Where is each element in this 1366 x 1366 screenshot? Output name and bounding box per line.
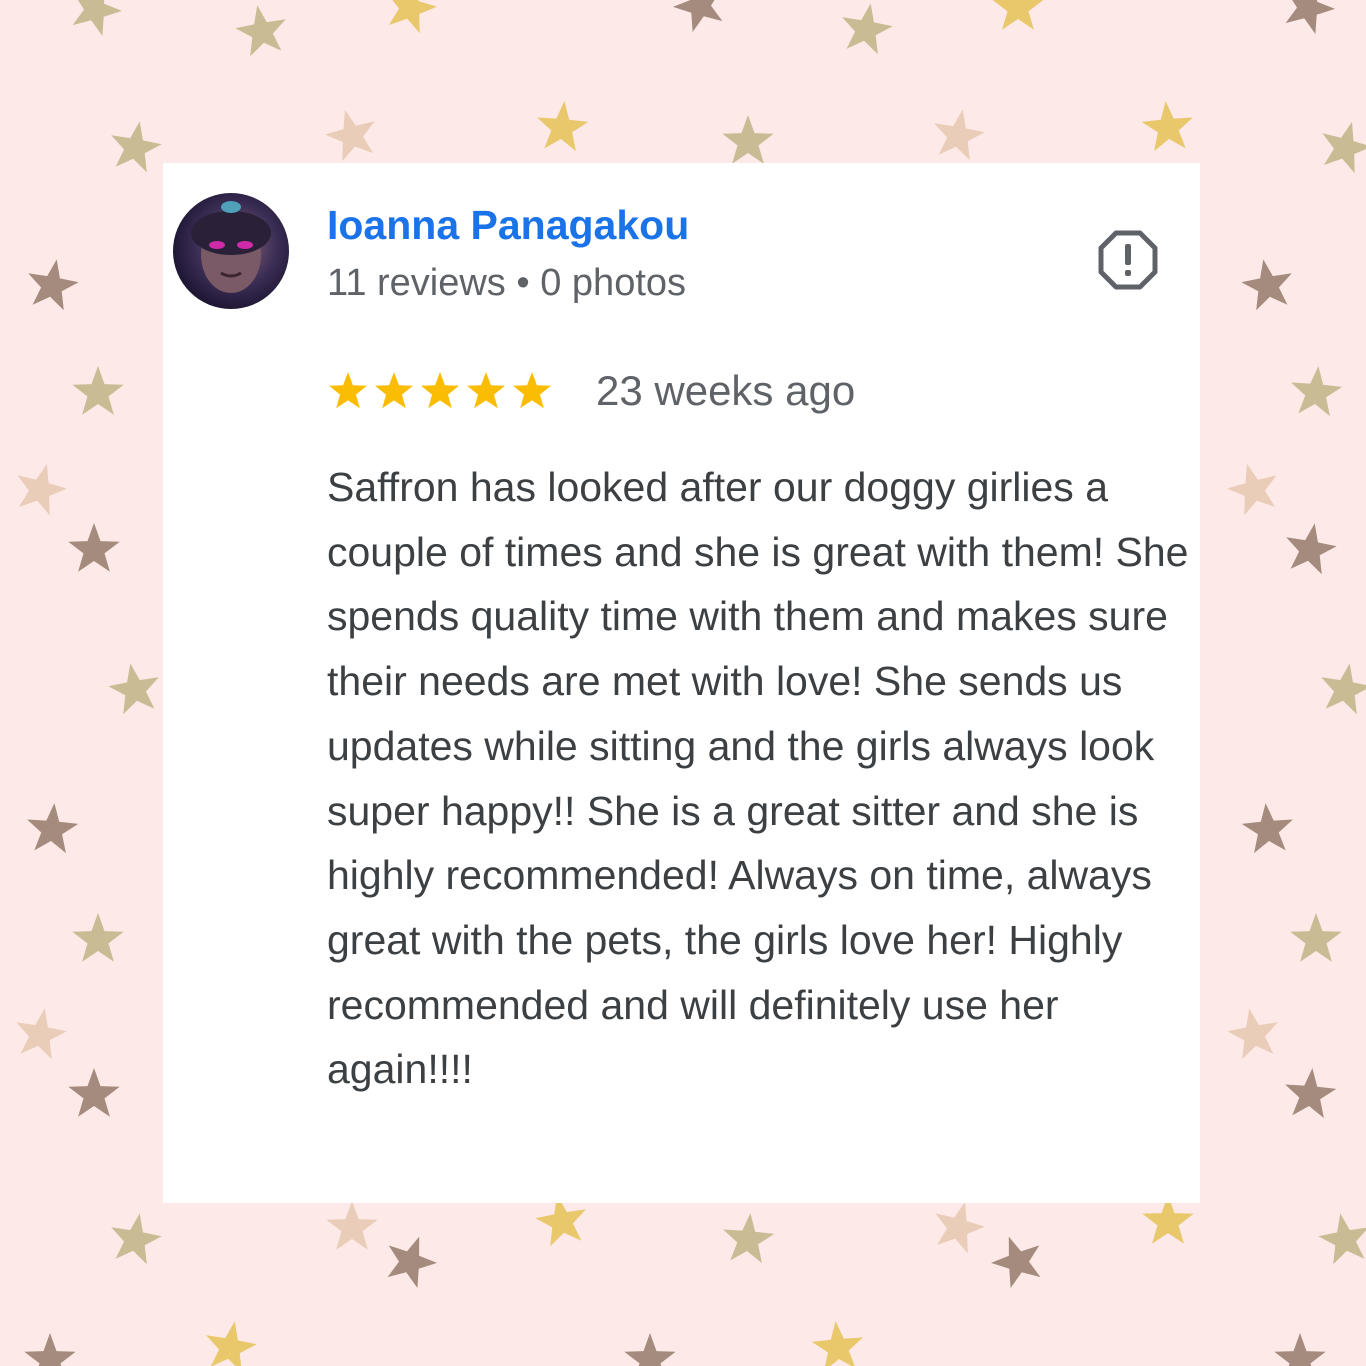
avatar-photo	[191, 201, 271, 293]
background-star-icon	[68, 1068, 120, 1117]
background-star-icon	[235, 5, 286, 57]
background-star-icon	[1285, 1068, 1337, 1119]
background-star-icon	[72, 913, 124, 962]
background-star-icon	[723, 1213, 775, 1264]
background-star-icon	[1141, 101, 1193, 152]
background-star-icon	[72, 0, 122, 36]
review-date: 23 weeks ago	[596, 367, 856, 414]
review-card: Ioanna Panagakou 11 reviews • 0 photos 2…	[163, 163, 1200, 1203]
star-rating	[327, 370, 553, 412]
background-star-icon	[68, 523, 120, 572]
background-star-icon	[624, 1333, 676, 1366]
background-star-icon	[811, 1321, 863, 1366]
background-star-icon	[673, 0, 723, 32]
rating-row: 23 weeks ago	[327, 363, 855, 419]
report-icon	[1098, 230, 1158, 290]
reviewer-name[interactable]: Ioanna Panagakou	[327, 201, 689, 249]
rating-star-icon	[375, 372, 413, 409]
rating-star-icon	[467, 372, 505, 409]
background-star-icon	[17, 463, 67, 516]
background-star-icon	[1274, 1333, 1326, 1366]
background-star-icon	[389, 0, 437, 34]
background-star-icon	[992, 0, 1044, 30]
background-star-icon	[72, 366, 124, 415]
background-star-icon	[206, 1321, 257, 1366]
reviewer-stats: 11 reviews • 0 photos	[327, 262, 687, 304]
rating-star-icon	[421, 372, 459, 409]
background-star-icon	[1318, 1213, 1366, 1265]
background-star-icon	[27, 803, 79, 854]
rating-star-icon	[329, 372, 367, 409]
background-star-icon	[722, 115, 774, 164]
review-text: Saffron has looked after our doggy girli…	[327, 464, 1189, 1093]
background-star-icon	[1291, 366, 1343, 417]
background-star-icon	[111, 121, 162, 173]
background-star-icon	[1322, 121, 1366, 174]
background-star-icon	[1321, 663, 1366, 715]
background-star-icon	[387, 1236, 437, 1288]
report-review-button[interactable]	[1097, 229, 1159, 291]
rating-star-icon	[513, 372, 551, 409]
reviewer-avatar[interactable]	[173, 193, 289, 309]
background-star-icon	[1241, 259, 1292, 311]
background-star-icon	[326, 1201, 378, 1250]
background-star-icon	[1227, 1008, 1278, 1060]
background-star-icon	[28, 259, 79, 311]
background-star-icon	[935, 1201, 985, 1254]
background-star-icon	[991, 1236, 1041, 1288]
background-star-icon	[325, 109, 375, 162]
background-star-icon	[535, 1195, 586, 1247]
background-star-icon	[108, 663, 159, 715]
background-star-icon	[537, 101, 589, 152]
background-star-icon	[1241, 803, 1293, 854]
background-star-icon	[24, 1333, 76, 1366]
background-star-icon	[934, 109, 985, 161]
background-star-icon	[1227, 463, 1277, 516]
background-star-icon	[1290, 913, 1342, 962]
background-star-icon	[16, 1008, 67, 1060]
background-star-icon	[1285, 0, 1335, 34]
background-star-icon	[1286, 523, 1337, 575]
background-star-icon	[842, 3, 893, 55]
background-star-icon	[111, 1213, 162, 1265]
